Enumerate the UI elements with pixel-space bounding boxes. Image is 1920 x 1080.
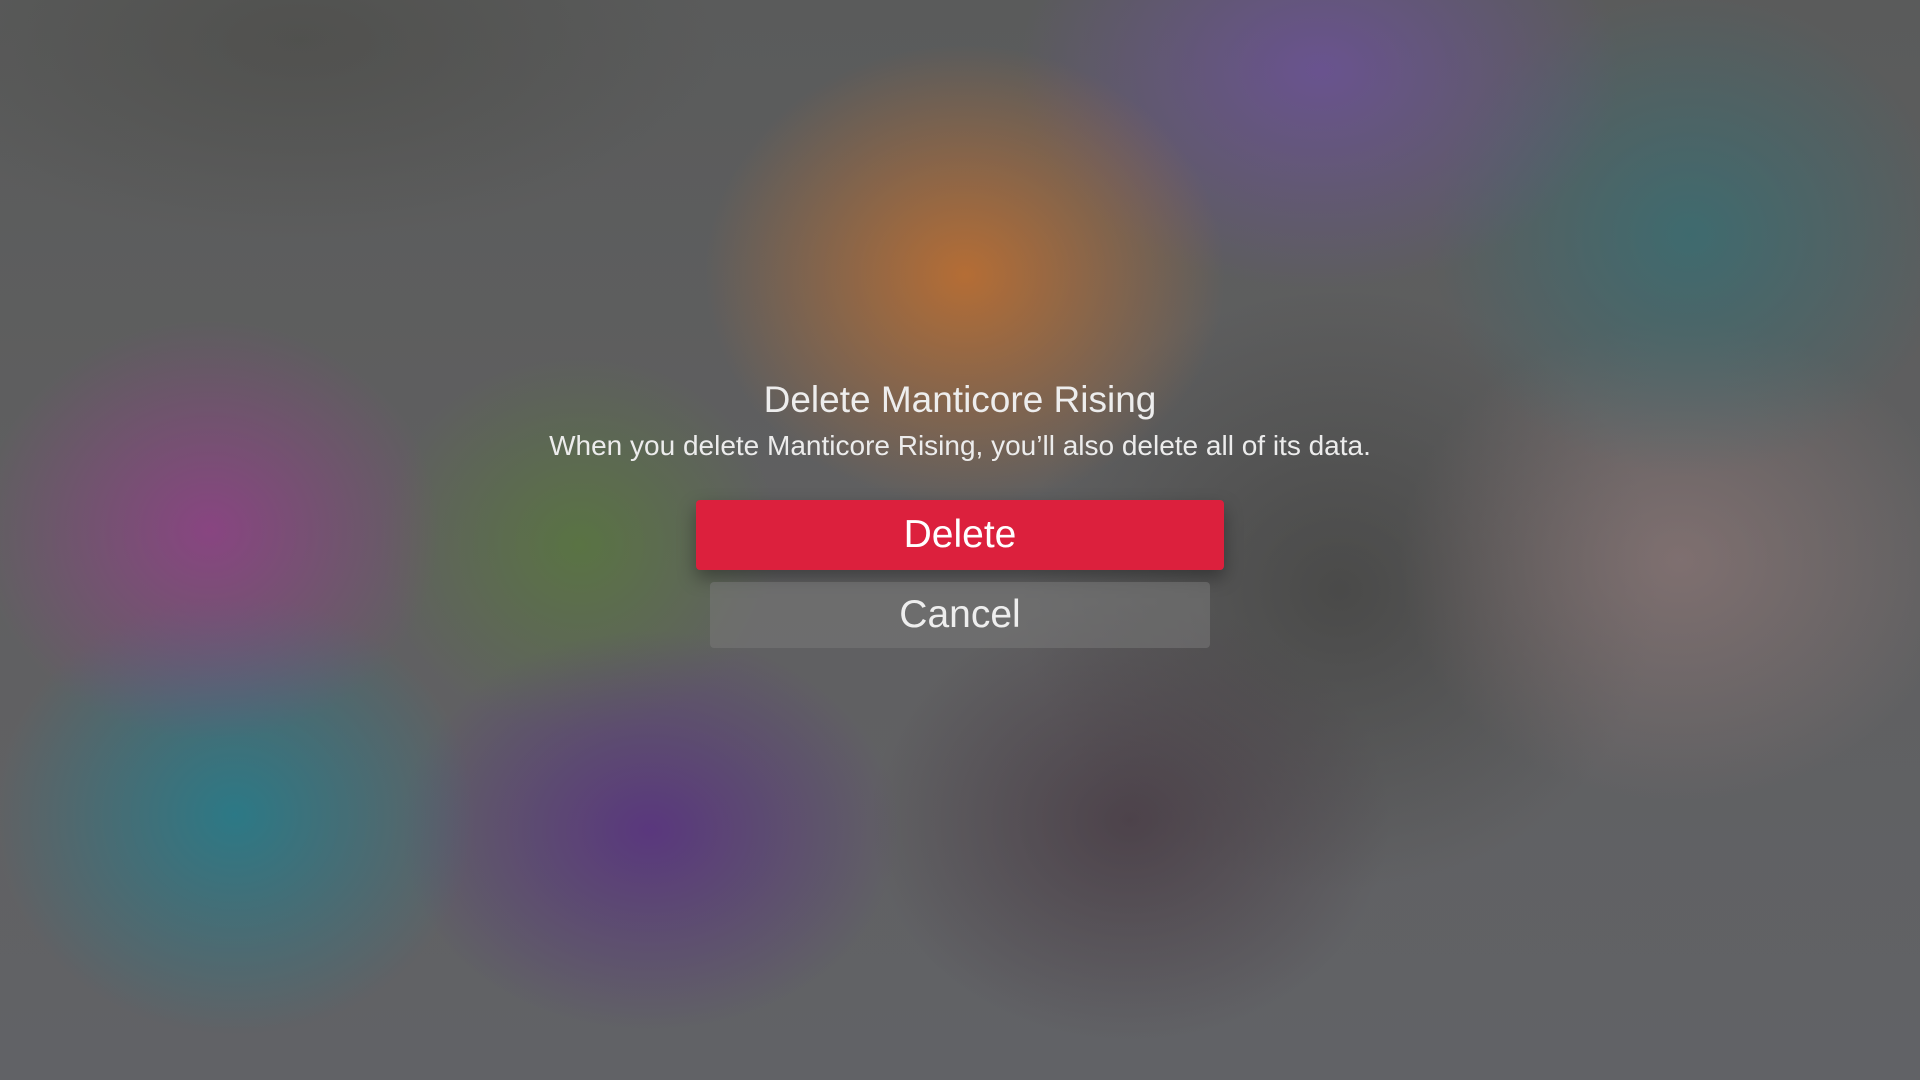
- dialog-title: Delete Manticore Rising: [763, 379, 1157, 420]
- delete-app-dialog: Delete Manticore Rising When you delete …: [0, 378, 1920, 464]
- delete-button[interactable]: Delete: [696, 500, 1224, 570]
- dialog-message: When you delete Manticore Rising, you’ll…: [549, 430, 1371, 461]
- cancel-button[interactable]: Cancel: [710, 582, 1210, 648]
